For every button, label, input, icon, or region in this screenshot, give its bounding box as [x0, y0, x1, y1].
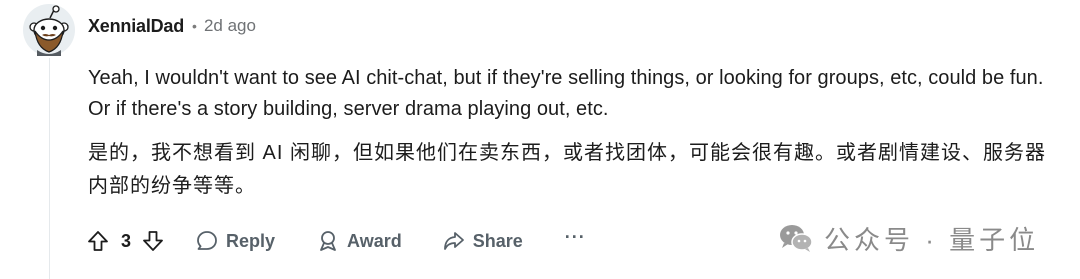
action-bar: 3 Reply Award Share ···: [84, 222, 586, 260]
more-options-icon: ···: [564, 226, 586, 247]
share-arrow-icon: [441, 228, 467, 254]
avatar[interactable]: [23, 4, 75, 56]
comment-bubble-icon: [194, 228, 220, 254]
watermark: 公众号 · 量子位: [778, 218, 1039, 258]
share-label: Share: [472, 230, 523, 251]
username[interactable]: XennialDad: [88, 16, 184, 37]
wechat-logo-icon: [780, 225, 813, 252]
comment-header: XennialDad • 2d ago: [88, 14, 256, 38]
watermark-text: 公众号 · 量子位: [824, 224, 1040, 255]
comment-text-english: Yeah, I wouldn't want to see AI chit-cha…: [88, 67, 1044, 120]
share-button[interactable]: Share: [441, 228, 523, 254]
comment-age[interactable]: 2d ago: [204, 16, 256, 36]
comment-text-chinese: 是的，我不想看到 AI 闲聊，但如果他们在卖东西，或者找团体，可能会很有趣。或者…: [88, 142, 1047, 197]
more-options-button[interactable]: ···: [565, 227, 586, 252]
reply-button[interactable]: Reply: [194, 228, 275, 254]
downvote-icon[interactable]: [139, 227, 167, 255]
comment: XennialDad • 2d ago Yeah, I wouldn't wan…: [0, 0, 1080, 279]
comment-body: Yeah, I wouldn't want to see AI chit-cha…: [88, 63, 1048, 203]
meta-separator: •: [192, 18, 197, 34]
award-button[interactable]: Award: [315, 228, 402, 254]
reply-label: Reply: [226, 230, 276, 251]
vote-count: 3: [121, 230, 132, 251]
award-label: Award: [347, 230, 402, 251]
upvote-icon[interactable]: [84, 227, 112, 255]
award-icon: [315, 228, 341, 254]
thread-line[interactable]: [49, 58, 50, 279]
